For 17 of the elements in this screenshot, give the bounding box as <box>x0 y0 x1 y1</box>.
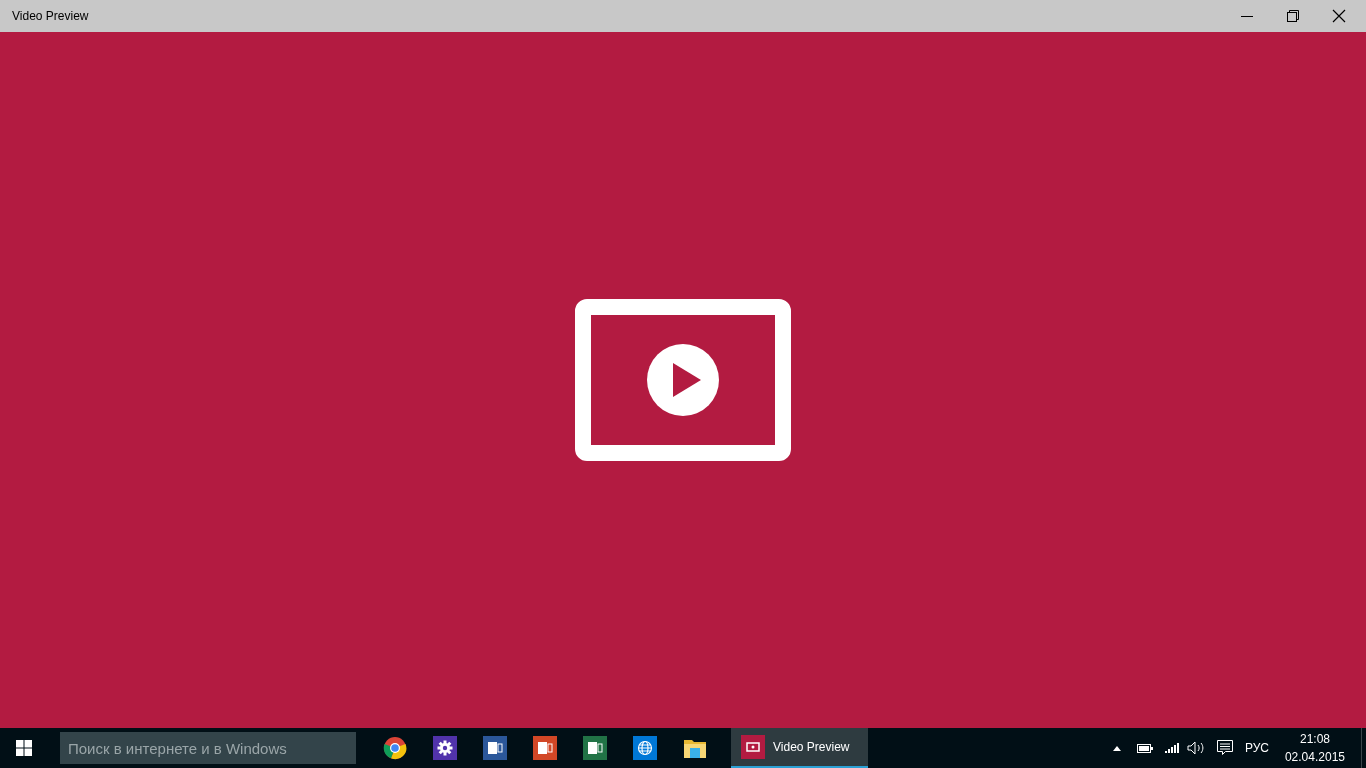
search-field[interactable]: Поиск в интернете и в Windows <box>60 732 356 764</box>
video-play-icon[interactable] <box>575 299 791 461</box>
taskbar-app[interactable]: Video Preview <box>731 728 868 768</box>
restore-icon <box>1287 10 1299 22</box>
notification-icon[interactable] <box>1216 740 1233 756</box>
clock-date: 02.04.2015 <box>1284 749 1345 766</box>
language-indicator[interactable]: РУС <box>1244 739 1269 757</box>
windows-logo-icon <box>16 740 32 756</box>
window-title: Video Preview <box>12 8 90 25</box>
caret-icon[interactable] <box>1112 745 1121 751</box>
speaker-icon[interactable] <box>1186 741 1205 755</box>
close-icon <box>1332 9 1346 23</box>
signal-icon[interactable] <box>1164 743 1179 753</box>
video-icon <box>741 735 765 759</box>
clock-time: 21:08 <box>1299 731 1330 748</box>
battery-icon[interactable] <box>1136 743 1153 753</box>
clock[interactable]: 21:08 02.04.2015 <box>1284 730 1345 766</box>
